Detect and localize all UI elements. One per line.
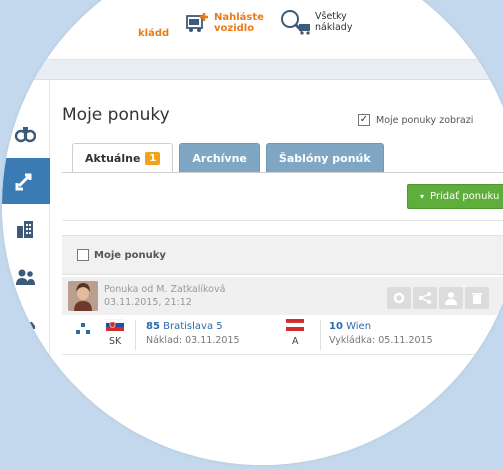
app-canvas: kládd Nahláste vozidlo Všetky náklady Mo…: [2, 0, 503, 465]
list-header: Moje ponuky: [62, 235, 503, 275]
show-my-offers-label: Moje ponuky zobrazi: [376, 114, 474, 126]
top-toolbar: kládd Nahláste vozidlo Všetky náklady: [2, 0, 503, 60]
tab-templates-label: Šablóny ponúk: [278, 151, 371, 165]
truck-icon: [15, 319, 35, 334]
tab-current[interactable]: Aktuálne 1: [72, 143, 174, 173]
network-icon: [76, 323, 90, 334]
flag-at-icon: [286, 319, 304, 331]
magnifier-lens: kládd Nahláste vozidlo Všetky náklady Mo…: [2, 0, 503, 465]
toolbar-item-load-label: kládd: [138, 28, 170, 39]
all-loads-line1: Všetky: [315, 11, 347, 22]
tab-current-badge: 1: [145, 152, 161, 165]
building-icon: [17, 221, 33, 238]
offer-settings-button[interactable]: [387, 287, 411, 309]
offer-row[interactable]: SK 85 Bratislava 5 Náklad: 03.11.2015 A …: [62, 315, 503, 355]
gear-icon: [393, 292, 405, 304]
destination-date: Vykládka: 05.11.2015: [329, 335, 433, 346]
exchange-icon: [15, 173, 32, 191]
search-truck-icon: [281, 10, 310, 35]
users-icon: [16, 269, 35, 285]
report-vehicle-line1: Nahláste: [214, 12, 264, 23]
origin-place[interactable]: 85 Bratislava 5: [146, 321, 223, 332]
sidebar: [2, 80, 50, 465]
truck-add-icon: [186, 13, 208, 32]
all-loads-line2: náklady: [315, 22, 353, 33]
separator: [135, 320, 136, 350]
sidebar-item-search[interactable]: [2, 110, 50, 156]
separator: [320, 320, 321, 350]
destination-country: A: [292, 336, 299, 347]
destination-postcode: 10: [329, 321, 343, 332]
report-vehicle-line2: vozidlo: [214, 23, 255, 34]
my-offers-checkbox[interactable]: [77, 249, 89, 261]
add-offer-button[interactable]: ▾ Pridať ponuku: [407, 184, 503, 209]
sidebar-item-contacts[interactable]: [2, 254, 50, 300]
my-offers-filter-label: Moje ponuky: [94, 249, 166, 261]
toolbar-item-load[interactable]: kládd: [138, 18, 169, 39]
origin-city: Bratislava 5: [163, 321, 223, 332]
tab-archive-label: Archívne: [192, 151, 247, 165]
origin-country: SK: [109, 336, 122, 347]
binoculars-icon: [14, 127, 36, 143]
chevron-down-icon: ▾: [420, 192, 425, 201]
tab-archive[interactable]: Archívne: [179, 143, 260, 172]
sidebar-item-offers[interactable]: [2, 158, 50, 204]
sidebar-item-companies[interactable]: [2, 206, 50, 252]
tab-current-label: Aktuálne: [85, 152, 141, 165]
page-title: Moje ponuky: [62, 105, 170, 125]
offer-header: Ponuka od M. Zatkalíková 03.11.2015, 21:…: [62, 277, 503, 315]
offer-date: 03.11.2015, 21:12: [104, 297, 192, 308]
trash-icon: [472, 293, 482, 304]
tab-templates[interactable]: Šablóny ponúk: [265, 143, 384, 172]
my-offers-filter[interactable]: Moje ponuky: [77, 249, 166, 261]
tab-bar: Aktuálne 1 Archívne Šablóny ponúk: [72, 143, 384, 173]
share-icon: [419, 292, 431, 304]
add-offer-label: Pridať ponuku: [430, 191, 500, 202]
main-content: Moje ponuky ✓ Moje ponuky zobrazi Aktuál…: [50, 80, 503, 465]
show-my-offers-checkbox[interactable]: ✓: [358, 114, 370, 126]
user-icon: [445, 292, 457, 305]
report-vehicle-button[interactable]: Nahláste vozidlo: [185, 12, 264, 34]
flag-sk-icon: [106, 319, 124, 331]
all-loads-button[interactable]: Všetky náklady: [278, 8, 352, 36]
offer-share-button[interactable]: [413, 287, 437, 309]
tab-underline: [62, 172, 503, 173]
origin-date: Náklad: 03.11.2015: [146, 335, 240, 346]
origin-postcode: 85: [146, 321, 160, 332]
destination-place[interactable]: 10 Wien: [329, 321, 371, 332]
show-my-offers-toggle[interactable]: ✓ Moje ponuky zobrazi: [358, 114, 473, 126]
destination-city: Wien: [346, 321, 372, 332]
offer-author: Ponuka od M. Zatkalíková: [104, 284, 226, 295]
offer-delete-button[interactable]: [465, 287, 489, 309]
offer-assign-button[interactable]: [439, 287, 463, 309]
sidebar-item-vehicles[interactable]: [2, 302, 50, 348]
divider: [62, 220, 503, 221]
toolbar-subbar: [2, 60, 503, 80]
avatar: [68, 281, 98, 311]
